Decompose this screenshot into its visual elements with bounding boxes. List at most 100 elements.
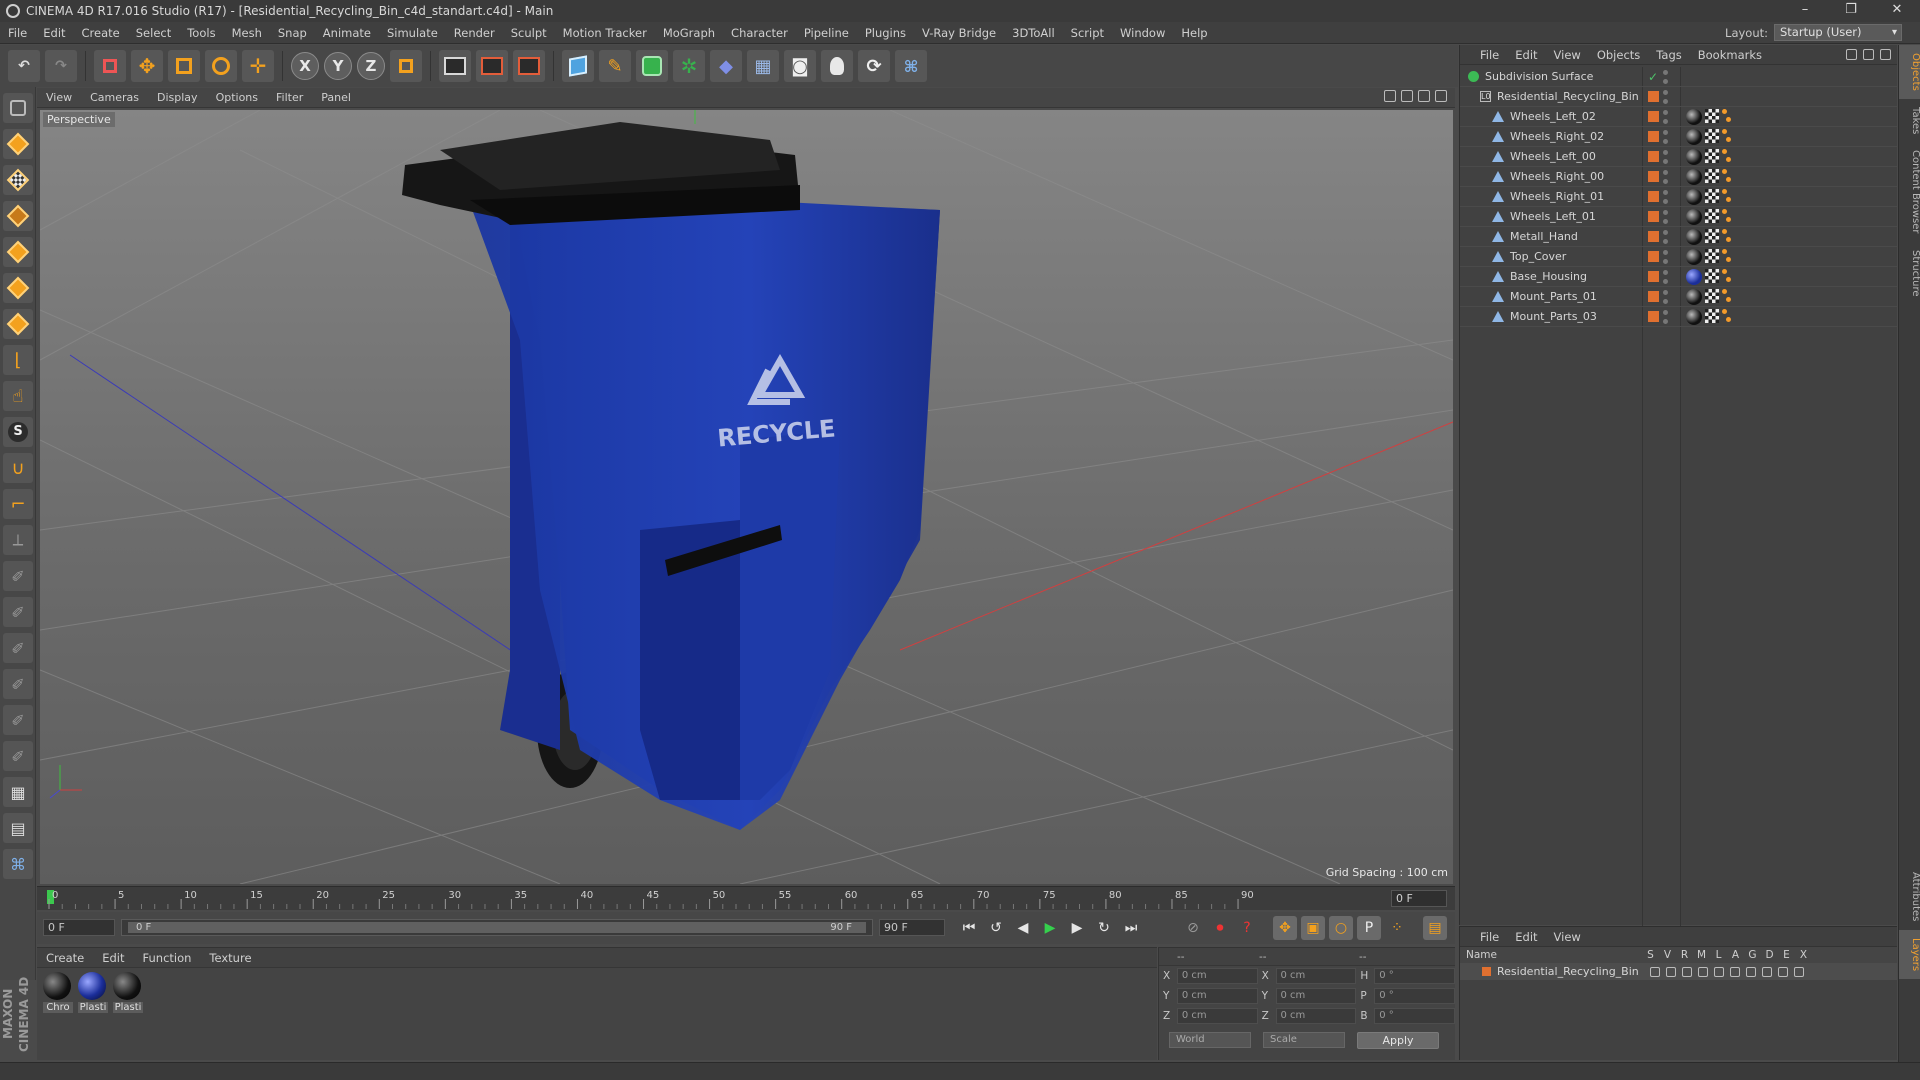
z-axis-lock-button[interactable]: Z — [357, 52, 385, 80]
uvw-tag-icon[interactable] — [1705, 249, 1719, 263]
phong-tag-icon[interactable] — [1722, 149, 1732, 163]
viewport-menu-options[interactable]: Options — [207, 91, 267, 104]
home-icon[interactable] — [1863, 49, 1874, 60]
next-frame-icon[interactable]: ▶ — [1065, 916, 1089, 940]
material-menu-edit[interactable]: Edit — [93, 951, 133, 965]
previous-frame-icon[interactable]: ◀ — [1011, 916, 1035, 940]
material-menu-texture[interactable]: Texture — [200, 951, 260, 965]
layer-row[interactable]: Residential_Recycling_Bin — [1460, 963, 1897, 980]
apply-button[interactable]: Apply — [1357, 1032, 1439, 1049]
render-picture-viewer-icon[interactable] — [476, 50, 508, 82]
python-script-icon[interactable]: ⌘ — [3, 849, 33, 879]
floor-environment-icon[interactable]: ▦ — [747, 50, 779, 82]
cube-primitive-icon[interactable] — [562, 50, 594, 82]
size-x-field[interactable]: 0 cm — [1275, 968, 1357, 984]
phong-tag-icon[interactable] — [1722, 289, 1732, 303]
go-to-end-icon[interactable]: ⏭ — [1119, 916, 1143, 940]
object-row[interactable]: Wheels_Right_01 — [1460, 187, 1898, 207]
rotation-p-field[interactable]: 0 ° — [1374, 988, 1456, 1004]
object-row[interactable]: Wheels_Right_00 — [1460, 167, 1898, 187]
layout-dropdown[interactable]: Startup (User) — [1774, 24, 1902, 41]
visibility-toggle[interactable] — [1663, 150, 1668, 164]
menu-plugins[interactable]: Plugins — [857, 26, 914, 40]
parameter-key-icon[interactable]: P — [1357, 916, 1381, 940]
layer-generators-toggle[interactable] — [1746, 966, 1756, 977]
menu-sculpt[interactable]: Sculpt — [503, 26, 555, 40]
uvw-tag-icon[interactable] — [1705, 209, 1719, 223]
motion-record-icon[interactable]: ⊘ — [1181, 916, 1205, 940]
transform-tool-icon[interactable]: ✛ — [242, 50, 274, 82]
minimize-button[interactable]: – — [1782, 0, 1828, 22]
uvw-tag-icon[interactable] — [1705, 189, 1719, 203]
python-icon[interactable]: ⌘ — [895, 50, 927, 82]
uvw-tag-icon[interactable] — [1705, 169, 1719, 183]
edit-render-settings-icon[interactable] — [513, 50, 545, 82]
material-swatch[interactable]: Plasti — [113, 972, 143, 1013]
phong-tag-icon[interactable] — [1722, 209, 1732, 223]
viewport-menu-filter[interactable]: Filter — [267, 91, 312, 104]
object-row[interactable]: L0 Residential_Recycling_Bin — [1460, 87, 1898, 107]
subdivision-surface-icon[interactable] — [636, 50, 668, 82]
camera-icon[interactable]: ◙ — [784, 50, 816, 82]
layers-menu-file[interactable]: File — [1472, 930, 1507, 944]
scale-key-icon[interactable]: ▣ — [1301, 916, 1325, 940]
material-tag-icon[interactable] — [1686, 269, 1702, 285]
visibility-toggle[interactable] — [1663, 290, 1668, 304]
uvw-tag-icon[interactable] — [1705, 229, 1719, 243]
material-tag-icon[interactable] — [1686, 209, 1702, 225]
material-tag-icon[interactable] — [1686, 189, 1702, 205]
tab-objects[interactable]: Objects — [1899, 45, 1920, 99]
layer-solo-toggle[interactable] — [1650, 966, 1660, 977]
material-swatch[interactable]: Plasti — [78, 972, 108, 1013]
tab-content-browser[interactable]: Content Browser — [1899, 142, 1920, 241]
viewport-menu-cameras[interactable]: Cameras — [81, 91, 148, 104]
menu-snap[interactable]: Snap — [270, 26, 315, 40]
menu-animate[interactable]: Animate — [315, 26, 379, 40]
menu-script[interactable]: Script — [1063, 26, 1112, 40]
material-tag-icon[interactable] — [1686, 169, 1702, 185]
snap-icon[interactable]: S — [3, 417, 33, 447]
material-swatch[interactable]: Chro — [43, 972, 73, 1013]
sculpt-flatten-icon[interactable]: ✐ — [3, 669, 33, 699]
object-row[interactable]: Wheels_Left_02 — [1460, 107, 1898, 127]
visibility-toggle[interactable] — [1663, 130, 1668, 144]
menu-3dtoall[interactable]: 3DToAll — [1004, 26, 1063, 40]
maximize-view-icon[interactable] — [1435, 90, 1447, 102]
menu-pipeline[interactable]: Pipeline — [796, 26, 857, 40]
object-row[interactable]: Metall_Hand — [1460, 227, 1898, 247]
menu-motion-tracker[interactable]: Motion Tracker — [555, 26, 655, 40]
zoom-icon[interactable] — [1401, 90, 1413, 102]
objects-menu-tags[interactable]: Tags — [1648, 48, 1689, 62]
timeline-ruler[interactable]: 0 5 10 15 20 25 30 35 40 45 50 55 60 65 70 75 80 85 90 0 F — [37, 886, 1455, 910]
layer-animation-toggle[interactable] — [1730, 966, 1740, 977]
layers-menu-view[interactable]: View — [1546, 930, 1589, 944]
tab-structure[interactable]: Structure — [1899, 242, 1920, 305]
objects-menu-file[interactable]: File — [1472, 48, 1507, 62]
material-tag-icon[interactable] — [1686, 109, 1702, 125]
polygons-mode-icon[interactable] — [3, 309, 33, 339]
cloner-icon[interactable]: ✲ — [673, 50, 705, 82]
visibility-toggle[interactable] — [1663, 70, 1668, 84]
menu-vray-bridge[interactable]: V-Ray Bridge — [914, 26, 1004, 40]
viewport-menu-panel[interactable]: Panel — [312, 91, 360, 104]
tab-attributes[interactable]: Attributes — [1899, 864, 1920, 929]
live-selection-icon[interactable] — [94, 50, 126, 82]
uvw-tag-icon[interactable] — [1705, 289, 1719, 303]
menu-select[interactable]: Select — [128, 26, 179, 40]
search-icon[interactable] — [1846, 49, 1857, 60]
visibility-toggle[interactable] — [1663, 190, 1668, 204]
menu-mograph[interactable]: MoGraph — [655, 26, 723, 40]
material-tag-icon[interactable] — [1686, 229, 1702, 245]
layers-menu-edit[interactable]: Edit — [1507, 930, 1545, 944]
layer-color-icon[interactable] — [1648, 271, 1659, 282]
object-row[interactable]: Top_Cover — [1460, 247, 1898, 267]
pan-icon[interactable] — [1384, 90, 1396, 102]
auto-keying-icon[interactable]: ? — [1235, 916, 1259, 940]
layer-color-icon[interactable] — [1648, 231, 1659, 242]
rotation-key-icon[interactable]: ○ — [1329, 916, 1353, 940]
menu-mesh[interactable]: Mesh — [224, 26, 270, 40]
viewport-menu-view[interactable]: View — [37, 91, 81, 104]
layer-xref-toggle[interactable] — [1794, 966, 1804, 977]
maximize-button[interactable]: ❐ — [1828, 0, 1874, 22]
layer-manager-toggle[interactable] — [1698, 966, 1708, 977]
